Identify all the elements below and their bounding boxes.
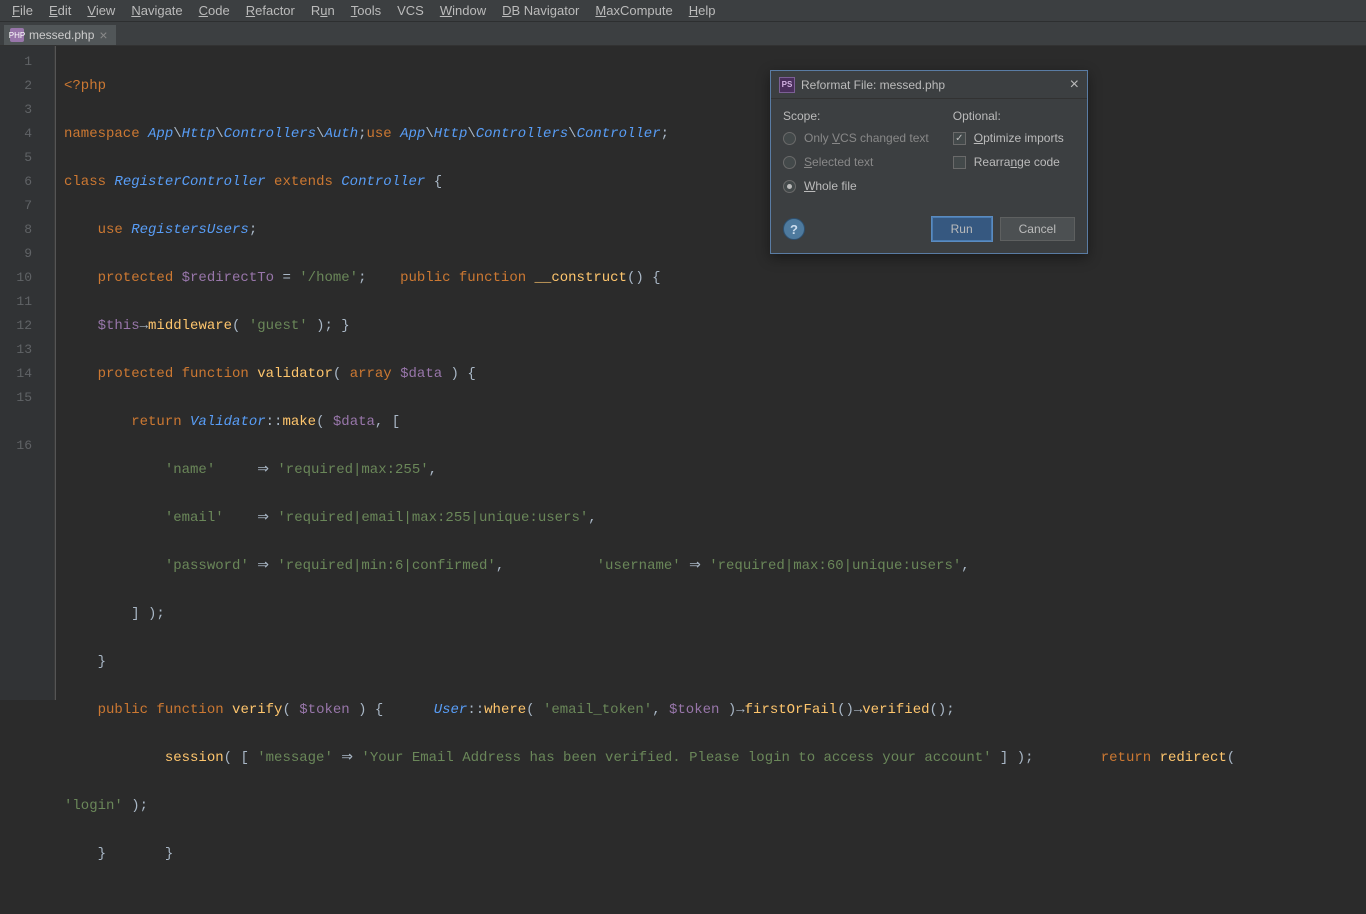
check-optimize-imports[interactable]: ✓ Optimize imports	[953, 131, 1064, 145]
line-number: 12	[0, 314, 32, 338]
line-number: 5	[0, 146, 32, 170]
menu-help[interactable]: Help	[681, 1, 724, 20]
menu-navigate[interactable]: Navigate	[123, 1, 190, 20]
check-rearrange-code[interactable]: Rearrange code	[953, 155, 1064, 169]
run-button[interactable]: Run	[932, 217, 992, 241]
help-button[interactable]: ?	[783, 218, 805, 240]
line-number: 8	[0, 218, 32, 242]
line-number: 4	[0, 122, 32, 146]
phpstorm-icon: PS	[779, 77, 795, 93]
radio-icon	[783, 180, 796, 193]
scope-label: Scope:	[783, 109, 929, 123]
line-number: 2	[0, 74, 32, 98]
line-number: 1	[0, 50, 32, 74]
radio-only-vcs: Only VCS changed text	[783, 131, 929, 145]
code-area[interactable]: <?php namespace App\Http\Controllers\Aut…	[55, 46, 1366, 700]
radio-whole-file[interactable]: Whole file	[783, 179, 929, 193]
menu-run[interactable]: Run	[303, 1, 343, 20]
menu-view[interactable]: View	[79, 1, 123, 20]
line-number	[0, 410, 32, 434]
close-icon[interactable]: ×	[99, 28, 107, 42]
menu-window[interactable]: Window	[432, 1, 494, 20]
optional-label: Optional:	[953, 109, 1064, 123]
line-number: 9	[0, 242, 32, 266]
dialog-title: Reformat File: messed.php	[801, 78, 945, 92]
line-number: 16	[0, 434, 32, 458]
line-number: 13	[0, 338, 32, 362]
menu-refactor[interactable]: Refactor	[238, 1, 303, 20]
line-number: 7	[0, 194, 32, 218]
radio-icon	[783, 132, 796, 145]
reformat-dialog: PS Reformat File: messed.php × Scope: On…	[770, 70, 1088, 254]
code-token: <?php	[64, 78, 106, 94]
close-icon[interactable]: ×	[1070, 76, 1079, 94]
tab-active[interactable]: PHP messed.php ×	[4, 25, 116, 45]
menu-file[interactable]: File	[4, 1, 41, 20]
menu-code[interactable]: Code	[191, 1, 238, 20]
checkbox-icon	[953, 156, 966, 169]
line-number: 11	[0, 290, 32, 314]
menu-vcs[interactable]: VCS	[389, 1, 432, 20]
menu-maxcompute[interactable]: MaxCompute	[587, 1, 680, 20]
radio-icon	[783, 156, 796, 169]
dialog-titlebar: PS Reformat File: messed.php ×	[771, 71, 1087, 99]
line-number: 10	[0, 266, 32, 290]
php-file-icon: PHP	[10, 28, 24, 42]
cancel-button[interactable]: Cancel	[1000, 217, 1075, 241]
radio-selected-text: Selected text	[783, 155, 929, 169]
gutter: 1 2 3 4 5 6 7 8 9 10 11 12 13 14 15 16	[0, 46, 55, 700]
line-number: 14	[0, 362, 32, 386]
menu-edit[interactable]: Edit	[41, 1, 79, 20]
checkbox-icon: ✓	[953, 132, 966, 145]
line-number: 3	[0, 98, 32, 122]
tab-filename: messed.php	[29, 28, 94, 42]
menu-bar: File Edit View Navigate Code Refactor Ru…	[0, 0, 1366, 22]
line-number: 15	[0, 386, 32, 410]
editor: 1 2 3 4 5 6 7 8 9 10 11 12 13 14 15 16 <…	[0, 46, 1366, 700]
menu-db[interactable]: DB Navigator	[494, 1, 587, 20]
tab-bar: PHP messed.php ×	[0, 22, 1366, 46]
menu-tools[interactable]: Tools	[343, 1, 389, 20]
line-number: 6	[0, 170, 32, 194]
